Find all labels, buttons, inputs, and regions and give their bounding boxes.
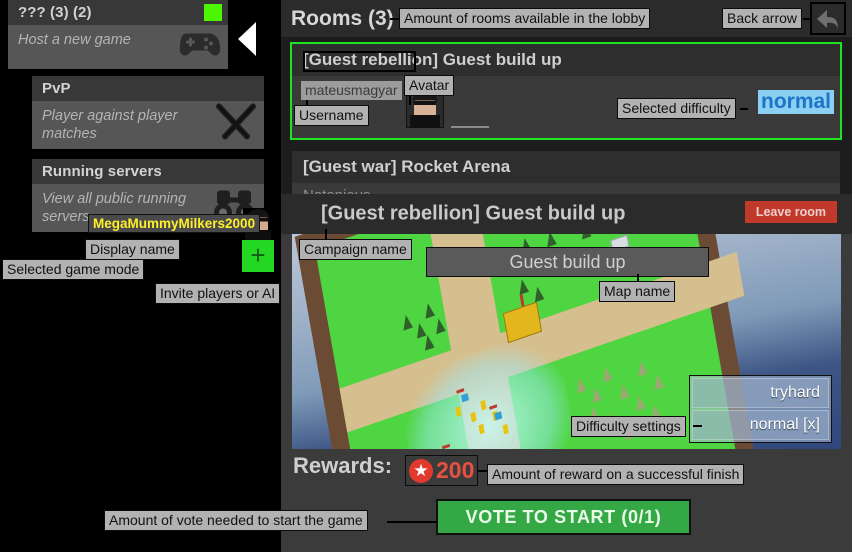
room-title: [Guest war] Rocket Arena xyxy=(292,151,840,183)
modal-title: [Guest rebellion] Guest build up xyxy=(321,202,626,225)
back-button[interactable] xyxy=(810,2,846,35)
difficulty-option-normal[interactable]: normal [x] xyxy=(692,410,829,440)
leader-line xyxy=(387,521,437,523)
annotation-rooms-count: Amount of rooms available in the lobby xyxy=(399,8,651,29)
leave-room-label: Leave room xyxy=(755,205,826,219)
leave-room-button[interactable]: Leave room xyxy=(744,201,837,223)
collapse-sidebar-arrow-icon[interactable] xyxy=(238,22,256,56)
annotation-selected-game-mode: Selected game mode xyxy=(2,259,145,280)
annotation-reward-amount: Amount of reward on a successful finish xyxy=(487,464,745,485)
username-value: mateusmagyar xyxy=(301,81,402,100)
campaign-name-highlight xyxy=(303,51,416,72)
map-tree xyxy=(532,285,545,303)
leader-line xyxy=(803,18,812,20)
page-title: Rooms (3) xyxy=(291,6,394,30)
vote-to-start-button[interactable]: VOTE TO START (0/1) xyxy=(436,499,691,535)
host-new-game-card[interactable]: ??? (3) (2) Host a new game xyxy=(8,0,228,69)
reward-amount: 200 xyxy=(436,457,475,483)
map-preview: Guest build up tryhard normal [x] xyxy=(292,234,841,449)
modal-header: [Guest rebellion] Guest build up Leave r… xyxy=(281,194,852,234)
annotation-difficulty-settings: Difficulty settings xyxy=(571,416,686,437)
map-tree xyxy=(590,385,603,403)
invite-plus-label: + xyxy=(250,240,266,270)
annotation-selected-difficulty: Selected difficulty xyxy=(617,98,736,119)
map-tree xyxy=(579,234,592,240)
gamepad-icon xyxy=(175,29,221,64)
annotation-campaign-name: Campaign name xyxy=(299,239,412,260)
annotation-back-arrow: Back arrow xyxy=(722,8,803,29)
map-tree xyxy=(633,393,646,412)
star-icon: ★ xyxy=(409,458,433,483)
avatar-underline xyxy=(451,126,489,128)
difficulty-settings-list: tryhard normal [x] xyxy=(689,375,832,443)
leader-line xyxy=(693,425,702,427)
annotation-vote-needed: Amount of vote needed to start the game xyxy=(104,510,368,531)
annotation-username: Username xyxy=(294,105,369,126)
map-tree xyxy=(635,359,648,377)
host-card-header: ??? (3) (2) xyxy=(8,0,228,25)
annotation-avatar: Avatar xyxy=(404,75,455,96)
map-tree xyxy=(433,316,446,335)
rewards-label: Rewards: xyxy=(293,453,393,478)
map-tree xyxy=(600,365,613,383)
annotation-display-name: Display name xyxy=(85,239,180,260)
map-name-label: Guest build up xyxy=(426,247,709,277)
display-name-value: MegaMummyMilkers2000 xyxy=(88,214,261,233)
map-tree xyxy=(422,333,435,351)
app-root: ??? (3) (2) Host a new game PvP Player a… xyxy=(0,0,852,552)
pvp-card-subtitle: Player against player matches xyxy=(42,108,178,143)
back-arrow-icon xyxy=(817,9,838,29)
map-tree xyxy=(517,277,530,295)
room-difficulty-value: normal xyxy=(758,90,835,114)
difficulty-option-tryhard[interactable]: tryhard xyxy=(692,378,829,408)
invite-players-button[interactable]: + xyxy=(242,240,274,272)
leader-line xyxy=(478,470,487,472)
host-card-subtitle: Host a new game xyxy=(18,32,131,48)
pvp-card-body: Player against player matches xyxy=(32,101,264,149)
annotation-map-name: Map name xyxy=(599,281,676,302)
reward-chip: ★ 200 xyxy=(405,455,479,486)
vote-button-label: VOTE TO START (0/1) xyxy=(465,506,662,527)
map-tree xyxy=(617,382,630,400)
servers-card-title: Running servers xyxy=(32,159,264,184)
host-card-title: ??? (3) (2) xyxy=(18,4,92,21)
status-chip xyxy=(204,4,222,21)
map-tree xyxy=(574,376,587,394)
crossed-swords-icon xyxy=(215,103,257,147)
sidebar-item-pvp[interactable]: PvP Player against player matches xyxy=(32,76,264,150)
map-tree xyxy=(544,234,557,248)
host-card-body: Host a new game xyxy=(8,25,228,69)
map-tree xyxy=(423,301,435,319)
map-tree xyxy=(401,313,413,331)
annotation-invite-players: Invite players or AI xyxy=(155,283,281,304)
pvp-card-title: PvP xyxy=(32,76,264,101)
leader-line xyxy=(740,108,748,110)
map-tree xyxy=(652,372,665,391)
